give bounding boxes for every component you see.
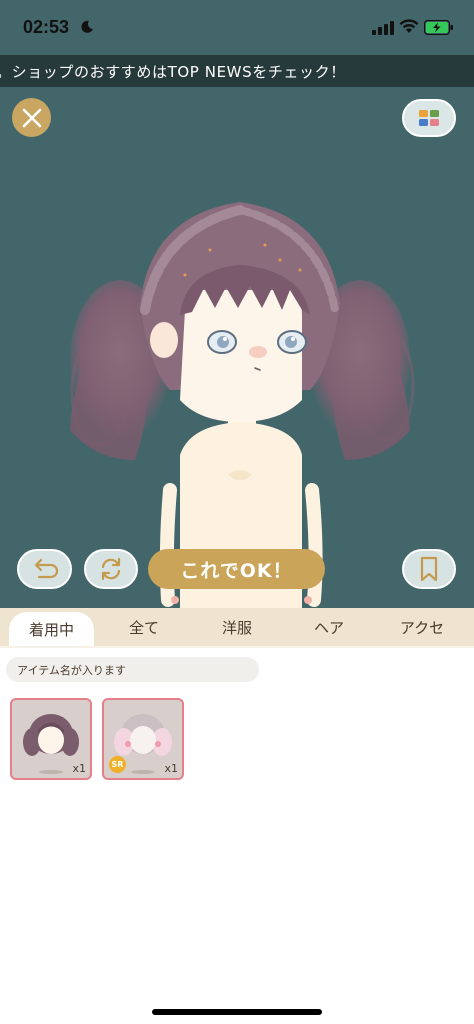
tab-divider [0,646,474,648]
battery-charging-icon [424,20,453,35]
moon-icon [81,20,93,33]
item-name-search-field[interactable]: アイテム名が入ります [6,657,259,682]
status-bar: 02:53 [0,0,474,54]
close-button[interactable] [12,98,51,137]
color-grid-icon [419,110,439,126]
confirm-ok-button[interactable]: これでOK！ [148,549,325,589]
bookmark-icon [420,556,438,582]
wifi-icon [399,19,419,33]
undo-icon [34,558,58,579]
item-quantity: x1 [72,762,86,775]
bookmark-button[interactable] [402,549,456,589]
reset-button[interactable] [84,549,138,589]
news-ticker[interactable]: 。ショップのおすすめはTOP NEWSをチェック！ [0,55,474,87]
tab-accessories[interactable]: アクセ [380,608,464,646]
category-tabs: 着用中 全て 洋服 ヘア アクセ [0,608,474,646]
tab-hair[interactable]: ヘア [288,608,370,646]
avatar-preview [70,202,415,608]
signal-icon [372,21,394,35]
home-indicator[interactable] [152,1009,322,1015]
ticker-text: 。ショップのおすすめはTOP NEWSをチェック！ [0,63,346,81]
tab-wearing[interactable]: 着用中 [9,612,94,646]
item-card[interactable]: SR x1 [102,698,184,780]
color-palette-button[interactable] [402,99,456,137]
refresh-icon [101,557,121,581]
status-time: 02:53 [23,17,70,37]
rarity-badge: SR [109,756,126,773]
item-card[interactable]: x1 [10,698,92,780]
close-icon [22,108,41,127]
undo-button[interactable] [17,549,72,589]
item-quantity: x1 [164,762,178,775]
tab-all[interactable]: 全て [104,608,184,646]
tab-clothes[interactable]: 洋服 [196,608,278,646]
